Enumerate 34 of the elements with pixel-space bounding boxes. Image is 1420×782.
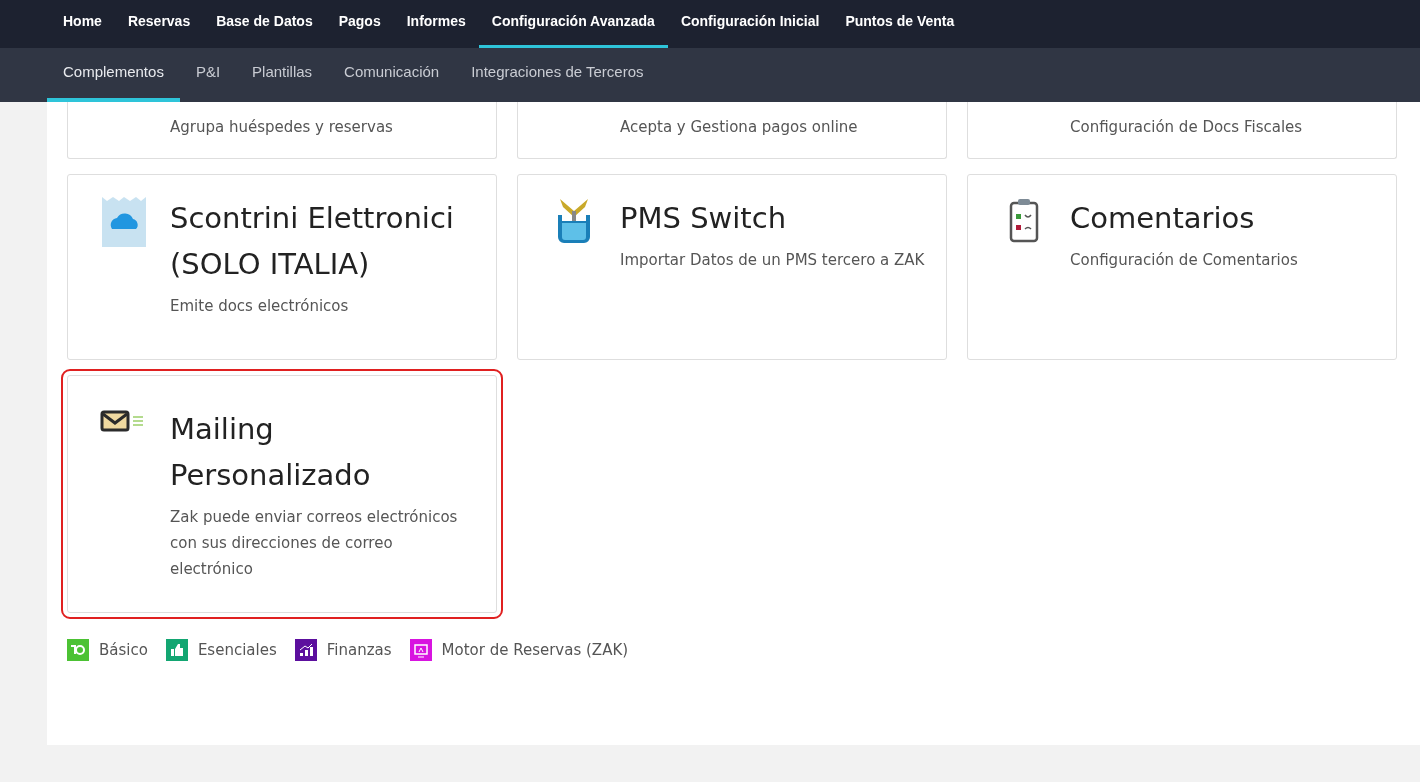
nav-tab[interactable]: Puntos de Venta — [832, 0, 968, 48]
nav-tab[interactable]: Base de Datos — [203, 0, 326, 48]
card-title: Scontrini Elettronici (SOLO ITALIA) — [170, 200, 455, 283]
card-description: Emite docs electrónicos — [170, 296, 350, 317]
receipt-cloud-icon — [102, 197, 146, 247]
card-title: Comentarios — [1070, 200, 1256, 237]
module-card[interactable]: Scontrini Elettronici (SOLO ITALIA) Emite docs electrónicos — [67, 174, 497, 360]
legend-label: Esenciales — [197, 641, 277, 659]
module-card[interactable]: Configuración de Docs Fiscales — [967, 102, 1397, 159]
card-description: Configuración de Comentarios — [1070, 250, 1298, 271]
nav-tab[interactable]: Reservas — [114, 0, 204, 48]
card-description: Zak puede enviar correos electrónicos con sus direcciones de correo electrónico — [170, 507, 459, 580]
module-card[interactable]: Agrupa huéspedes y reservas — [67, 102, 497, 159]
legend-label: Básico — [99, 641, 148, 659]
subnav-tab[interactable]: P&I — [179, 48, 237, 102]
module-card[interactable]: Acepta y Gestiona pagos online — [517, 102, 947, 159]
card-title: PMS Switch — [620, 200, 787, 237]
nav-tab[interactable]: Pagos — [325, 0, 394, 48]
card-description: Importar Datos de un PMS tercero a ZAK — [620, 250, 925, 271]
clipboard-faces-icon — [1009, 197, 1039, 243]
card-title: Mailing Personalizado — [170, 411, 372, 494]
subnav-tab[interactable]: Integraciones de Terceros — [455, 48, 660, 102]
legend-label: Motor de Reservas (ZAK) — [441, 641, 629, 659]
card-description: Agrupa huéspedes y reservas — [170, 117, 393, 138]
subnav-tab[interactable]: Comunicación — [328, 48, 456, 102]
module-card[interactable]: PMS Switch Importar Datos de un PMS tercero a ZAK — [517, 174, 947, 360]
nav-tab[interactable]: Configuración Inicial — [667, 0, 833, 48]
card-description: Acepta y Gestiona pagos online — [620, 117, 858, 138]
subnav-tab[interactable]: Plantillas — [236, 48, 329, 102]
nav-tab[interactable]: Home — [50, 0, 115, 48]
card-description: Configuración de Docs Fiscales — [1070, 117, 1303, 138]
nav-tab[interactable]: Informes — [393, 0, 479, 48]
module-card[interactable]: Comentarios Configuración de Comentarios — [967, 174, 1397, 360]
legend-label: Finanzas — [326, 641, 392, 659]
